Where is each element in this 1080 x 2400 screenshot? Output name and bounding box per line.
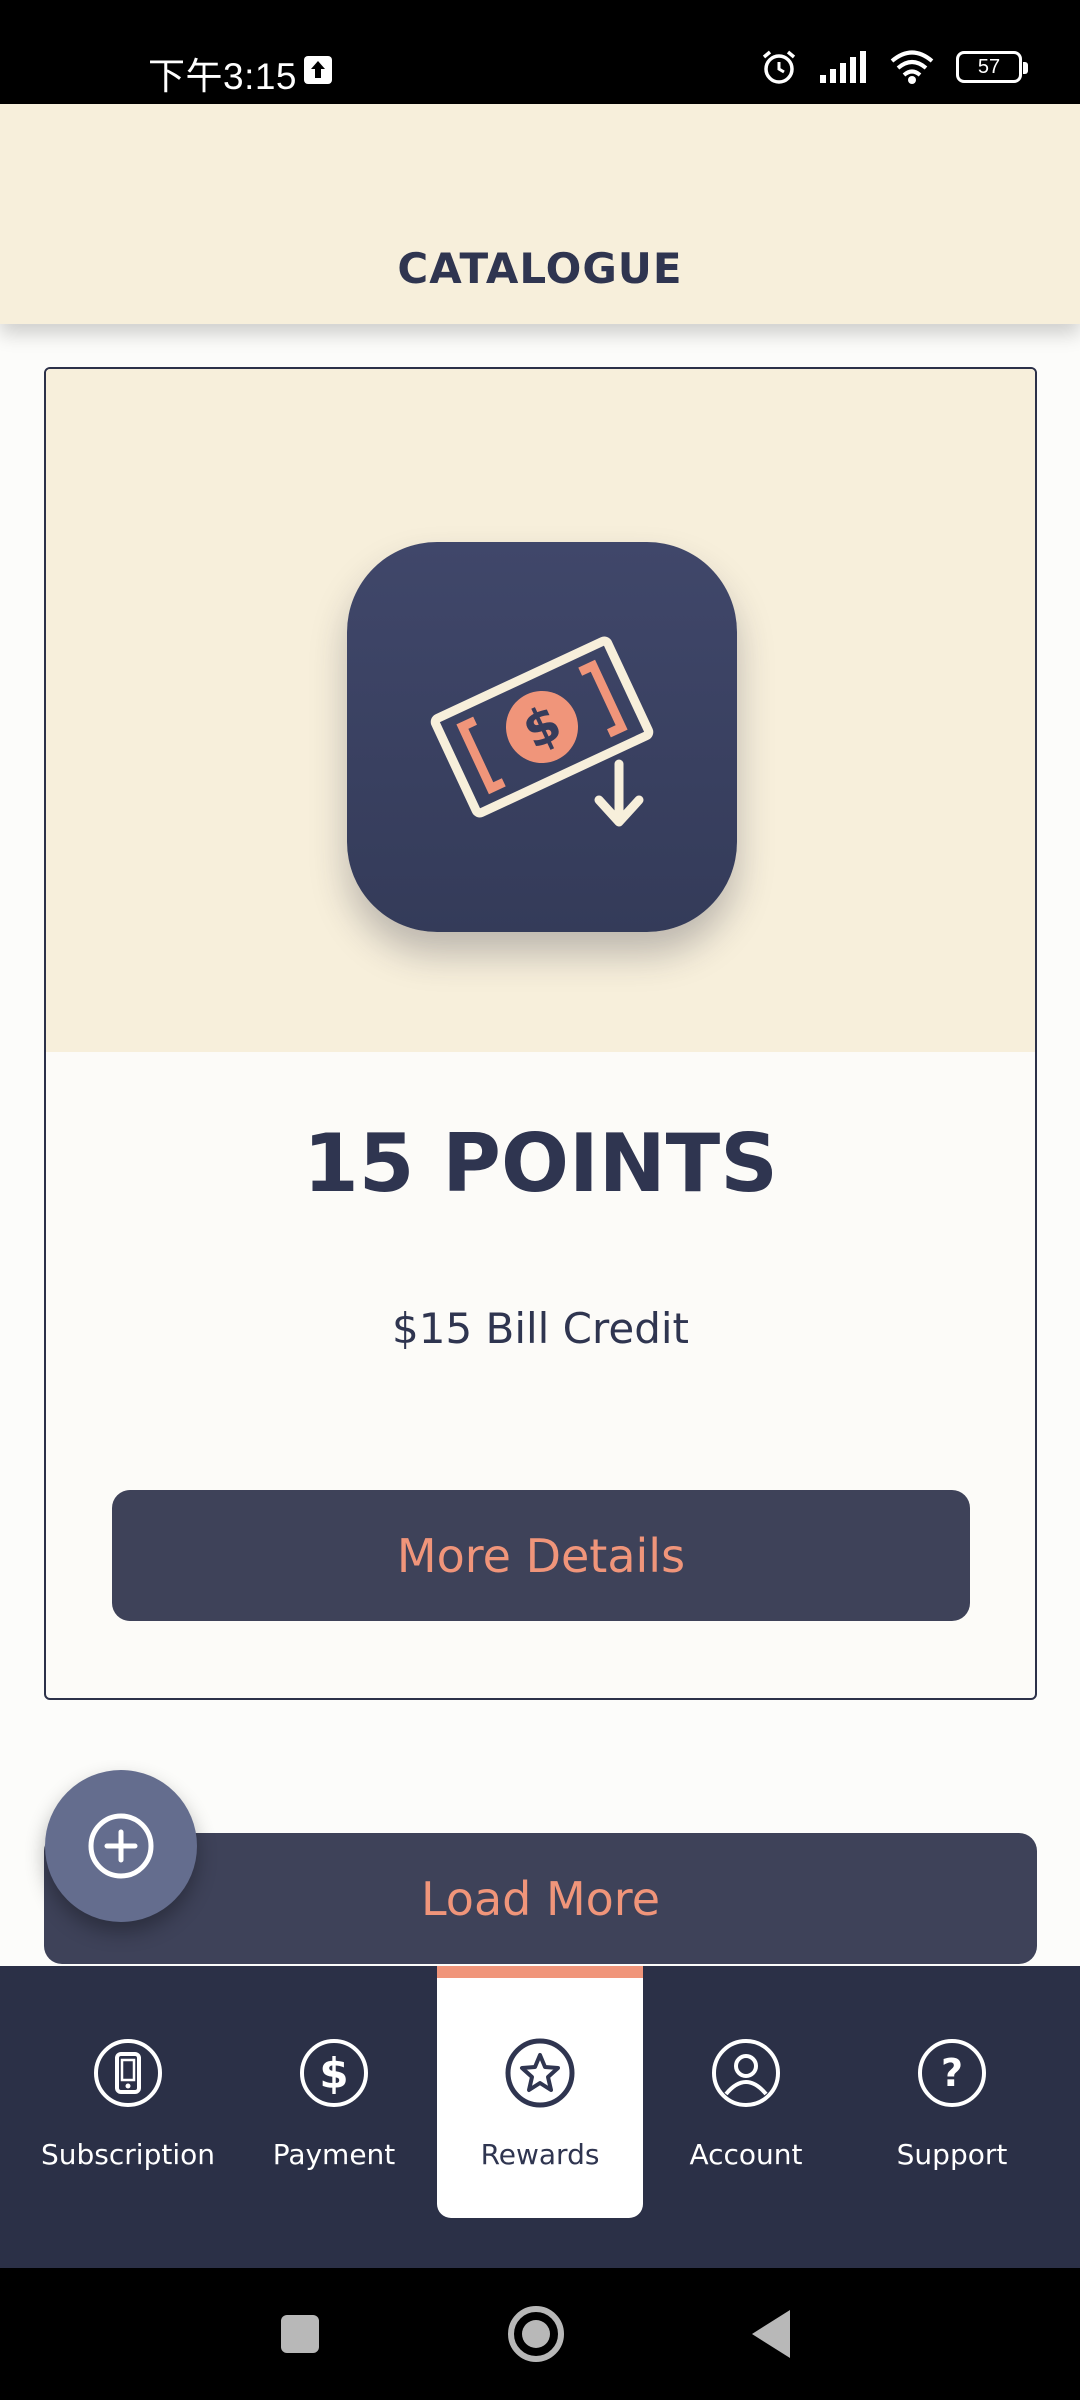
nav-item-account[interactable]: Account <box>643 1966 849 2268</box>
money-bill-download-icon: $ <box>430 636 654 827</box>
svg-text:$: $ <box>319 2049 348 2098</box>
alarm-icon <box>762 50 796 84</box>
reward-icon-tile: $ <box>347 542 737 932</box>
status-bar: 下午3:15 57 <box>0 0 1080 104</box>
plus-circle-icon <box>88 1813 154 1879</box>
status-time: 下午3:15 <box>148 56 298 97</box>
system-nav-bar <box>0 2268 1080 2400</box>
home-button[interactable] <box>508 2306 564 2362</box>
bottom-nav: Subscription $ Payment Rewards Account ?… <box>0 1966 1080 2268</box>
svg-text:?: ? <box>941 2051 963 2095</box>
reward-card: $ 15 POINTS $15 Bill Credit More Details <box>44 367 1037 1700</box>
star-circle-icon <box>505 2038 575 2108</box>
status-icons: 57 <box>760 48 1028 86</box>
nav-label-account: Account <box>689 2138 803 2171</box>
points-value: 15 POINTS <box>303 1117 778 1210</box>
more-details-button[interactable]: More Details <box>112 1490 970 1621</box>
battery-icon: 57 <box>956 51 1028 83</box>
page-title: CATALOGUE <box>397 244 683 293</box>
nav-item-support[interactable]: ? Support <box>849 1966 1055 2268</box>
nav-item-subscription[interactable]: Subscription <box>25 1966 231 2268</box>
card-image-area: $ <box>46 369 1035 1052</box>
nav-label-subscription: Subscription <box>41 2138 215 2171</box>
phone-icon <box>94 2039 162 2107</box>
nav-label-rewards: Rewards <box>480 2138 600 2171</box>
signal-icon <box>820 51 866 83</box>
nav-item-rewards[interactable]: Rewards <box>437 1966 643 2218</box>
nav-label-payment: Payment <box>272 2138 396 2171</box>
reward-description: $15 Bill Credit <box>392 1304 689 1353</box>
app-header: CATALOGUE <box>0 104 1080 324</box>
nav-label-support: Support <box>896 2138 1008 2171</box>
recents-button[interactable] <box>281 2315 319 2353</box>
add-fab-button[interactable] <box>45 1770 197 1922</box>
question-circle-icon: ? <box>918 2039 986 2107</box>
wifi-icon <box>890 50 934 84</box>
user-circle-icon <box>712 2039 780 2107</box>
dollar-circle-icon: $ <box>300 2039 368 2107</box>
battery-level: 57 <box>977 55 1001 78</box>
back-button[interactable] <box>752 2310 790 2358</box>
nav-item-payment[interactable]: $ Payment <box>231 1966 437 2268</box>
upload-icon <box>304 56 332 84</box>
